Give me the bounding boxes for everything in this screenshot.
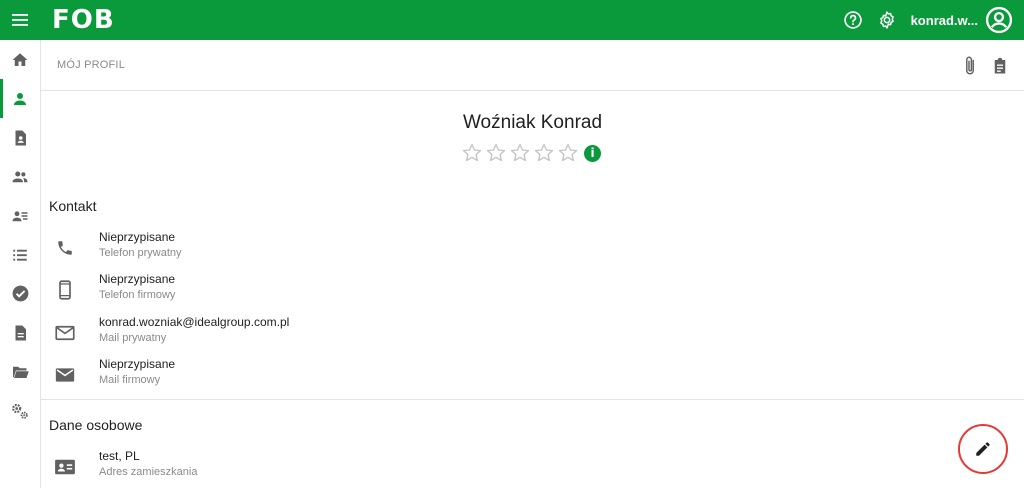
gear-icon — [879, 11, 894, 29]
contact-label: Mail firmowy — [99, 374, 161, 386]
star-outline-icon — [486, 143, 506, 162]
folder-open-icon — [12, 366, 29, 378]
app-header: FOB konrad.w... — [0, 0, 1024, 40]
contact-row-company-mail: Nieprzypisane Mail firmowy — [49, 357, 649, 397]
sidebar-item-document-person[interactable] — [0, 118, 40, 157]
account-circle-icon — [985, 6, 1013, 34]
contact-row-private-phone: Nieprzypisane Telefon prywatny — [49, 230, 649, 270]
sidebar-item-tasks[interactable] — [0, 274, 40, 313]
people-icon — [12, 170, 28, 182]
breadcrumb-bar: MÓJ PROFIL — [41, 40, 1024, 91]
account-button[interactable] — [984, 5, 1014, 35]
settings-cogs-icon — [12, 403, 28, 419]
star-outline-icon — [462, 143, 482, 162]
settings-button[interactable] — [875, 8, 899, 32]
menu-icon — [12, 14, 28, 26]
sidebar-item-contacts-list[interactable] — [0, 196, 40, 235]
contact-value: Nieprzypisane — [99, 230, 176, 244]
sidebar-item-people[interactable] — [0, 157, 40, 196]
breadcrumb: MÓJ PROFIL — [57, 59, 126, 71]
contacts-list-icon — [12, 210, 28, 221]
check-circle-icon — [12, 285, 28, 302]
personal-row-address: test, PL Adres zamieszkania — [49, 449, 649, 489]
paperclip-icon — [966, 56, 974, 75]
rating-star[interactable] — [532, 141, 556, 165]
menu-button[interactable] — [0, 0, 40, 40]
sidebar — [0, 40, 41, 488]
mail-outline-icon — [55, 325, 75, 341]
rating: i — [460, 141, 601, 165]
pencil-icon — [976, 442, 990, 456]
sidebar-item-profile[interactable] — [0, 79, 40, 118]
sidebar-item-folders[interactable] — [0, 352, 40, 391]
main-content: MÓJ PROFIL Woźniak Konrad i Kontakt Niep… — [41, 40, 1024, 488]
app-logo[interactable]: FOB — [52, 0, 115, 40]
contact-label: Telefon prywatny — [99, 247, 182, 259]
section-title-contact: Kontakt — [49, 198, 97, 214]
sidebar-item-documents[interactable] — [0, 313, 40, 352]
phone-icon — [58, 241, 72, 255]
rating-star[interactable] — [460, 141, 484, 165]
star-outline-icon — [510, 143, 530, 162]
sidebar-item-home[interactable] — [0, 40, 40, 79]
sidebar-item-settings[interactable] — [0, 391, 40, 430]
contact-label: Telefon firmowy — [99, 289, 176, 301]
user-name[interactable]: konrad.w... — [911, 13, 978, 28]
clipboard-button[interactable] — [988, 54, 1012, 78]
home-icon — [12, 52, 28, 66]
person-icon — [14, 92, 26, 105]
star-outline-icon — [558, 143, 578, 162]
section-title-personal: Dane osobowe — [49, 417, 143, 433]
mail-filled-icon — [55, 368, 75, 382]
smartphone-icon — [59, 280, 71, 300]
info-icon[interactable]: i — [584, 144, 601, 162]
rating-star[interactable] — [556, 141, 580, 165]
personal-label: Adres zamieszkania — [99, 466, 198, 478]
attachments-button[interactable] — [958, 54, 982, 78]
edit-button[interactable] — [958, 424, 1008, 474]
rating-star[interactable] — [508, 141, 532, 165]
document-person-icon — [15, 130, 26, 145]
profile-name: Woźniak Konrad — [462, 112, 603, 133]
contact-value: Nieprzypisane — [99, 357, 176, 371]
star-outline-icon — [534, 143, 554, 162]
sidebar-item-list[interactable] — [0, 235, 40, 274]
id-card-icon — [55, 459, 75, 475]
contact-value[interactable]: konrad.wozniak@idealgroup.com.pl — [99, 315, 289, 329]
contact-value: Nieprzypisane — [99, 272, 176, 286]
contact-label: Mail prywatny — [99, 332, 167, 344]
clipboard-icon — [994, 57, 1006, 74]
rating-star[interactable] — [484, 141, 508, 165]
help-button[interactable] — [841, 8, 865, 32]
list-icon — [13, 249, 27, 261]
help-icon — [843, 11, 862, 29]
section-divider — [41, 399, 1024, 400]
file-icon — [15, 325, 26, 340]
contact-row-company-phone: Nieprzypisane Telefon firmowy — [49, 272, 649, 312]
personal-value: test, PL — [99, 449, 140, 463]
contact-row-private-mail: konrad.wozniak@idealgroup.com.pl Mail pr… — [49, 315, 649, 355]
